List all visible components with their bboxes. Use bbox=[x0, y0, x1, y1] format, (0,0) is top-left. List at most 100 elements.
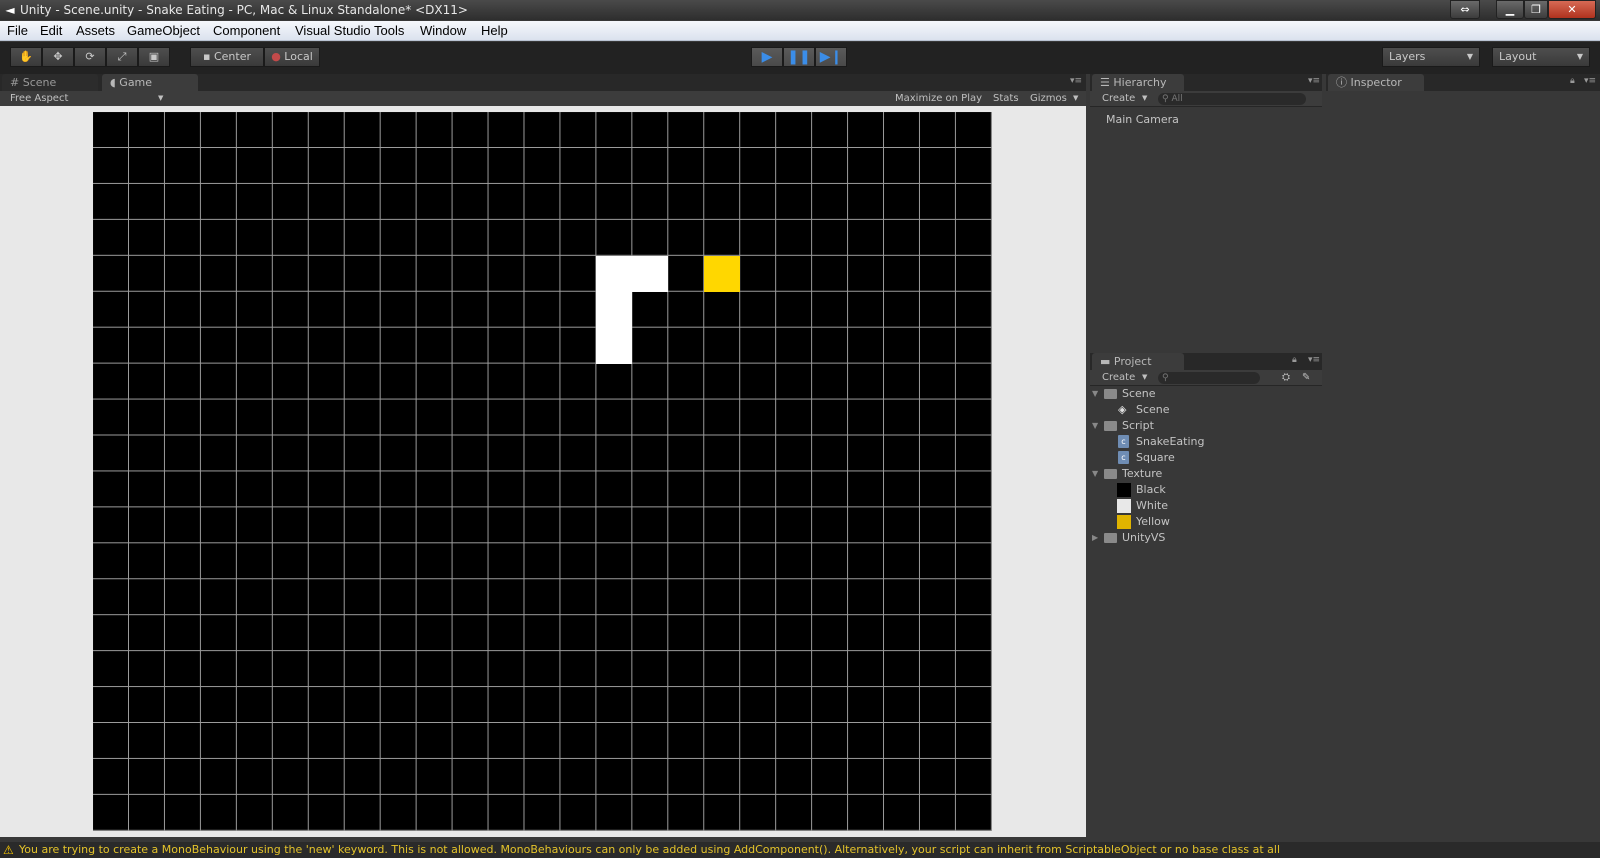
folder-icon: ▬ bbox=[1100, 355, 1111, 368]
texture-swatch-icon bbox=[1117, 515, 1131, 529]
project-item-yellow[interactable]: Yellow bbox=[1090, 514, 1322, 530]
maximize-icon[interactable]: ❐ bbox=[1524, 0, 1548, 19]
panel-menu-icon[interactable]: ▾≡ bbox=[1584, 76, 1596, 86]
project-create-button[interactable]: Create bbox=[1102, 370, 1135, 385]
move-icon[interactable]: ✥ bbox=[42, 47, 74, 67]
project-item-label: Black bbox=[1136, 483, 1166, 496]
space-label: Local bbox=[284, 50, 313, 63]
filter-type-icon[interactable]: ⛭ bbox=[1282, 370, 1290, 385]
project-item-label: Square bbox=[1136, 451, 1175, 464]
close-icon[interactable]: ✕ bbox=[1548, 0, 1596, 19]
unity-logo-icon: ◄ bbox=[5, 3, 15, 17]
menu-gameobject[interactable]: GameObject bbox=[127, 21, 200, 41]
restore-arrows-icon[interactable]: ⇔ bbox=[1450, 0, 1480, 19]
window-title: Unity - Scene.unity - Snake Eating - PC,… bbox=[20, 3, 468, 17]
tab-game[interactable]: ◖ Game bbox=[102, 74, 198, 91]
hierarchy-create-button[interactable]: Create bbox=[1102, 91, 1135, 106]
project-item-script[interactable]: ▼ Script bbox=[1090, 418, 1322, 434]
game-grid bbox=[93, 112, 992, 831]
search-icon: ⚲ bbox=[1162, 373, 1169, 383]
csharp-script-icon: c bbox=[1118, 435, 1129, 448]
aspect-dropdown[interactable]: Free Aspect bbox=[10, 91, 68, 106]
triangle-down-icon[interactable]: ▼ bbox=[1092, 386, 1098, 402]
project-item-scene[interactable]: ▼ Scene bbox=[1090, 386, 1322, 402]
triangle-right-icon[interactable]: ▶ bbox=[1092, 530, 1098, 546]
panel-menu-icon[interactable]: ▾≡ bbox=[1308, 76, 1320, 86]
menu-window[interactable]: Window bbox=[420, 21, 466, 41]
pivot-local-button[interactable]: ● Local bbox=[264, 47, 320, 67]
hierarchy-item-main-camera: Main Camera bbox=[1106, 113, 1179, 126]
snake-segment bbox=[632, 255, 669, 292]
project-item-label: SnakeEating bbox=[1136, 435, 1205, 448]
tab-scene[interactable]: # Scene bbox=[2, 74, 98, 91]
menu-visual-studio-tools[interactable]: Visual Studio Tools bbox=[295, 21, 404, 41]
hand-icon[interactable]: ✋ bbox=[10, 47, 42, 67]
tab-inspector-label: Inspector bbox=[1350, 76, 1402, 89]
hierarchy-search-placeholder: All bbox=[1171, 94, 1183, 104]
rect-icon[interactable]: ▣ bbox=[138, 47, 170, 67]
inspector-panel bbox=[1326, 91, 1600, 837]
game-toolbar: Free Aspect ▼ Maximize on Play Stats Giz… bbox=[0, 91, 1086, 107]
scene-game-tabstrip: # Scene ◖ Game ▾≡ bbox=[0, 74, 1086, 91]
scale-icon[interactable]: ⤢ bbox=[106, 47, 138, 67]
pacman-icon: ◖ bbox=[110, 76, 116, 89]
csharp-script-icon: c bbox=[1118, 451, 1129, 464]
chevron-down-icon: ▼ bbox=[1466, 52, 1473, 61]
menu-assets[interactable]: Assets bbox=[76, 21, 115, 41]
menu-help[interactable]: Help bbox=[481, 21, 508, 41]
panel-menu-icon[interactable]: ▾≡ bbox=[1308, 355, 1320, 365]
play-icon[interactable]: ▶ bbox=[751, 47, 783, 67]
tab-inspector[interactable]: ⓘ Inspector bbox=[1328, 74, 1424, 91]
folder-icon bbox=[1104, 533, 1117, 543]
tab-hierarchy[interactable]: ☰ Hierarchy bbox=[1092, 74, 1184, 91]
filter-label-icon[interactable]: ✎ bbox=[1302, 370, 1310, 385]
hierarchy-panel: Main Camera bbox=[1090, 107, 1322, 349]
warning-icon: ⚠ bbox=[3, 843, 14, 857]
project-item-scene[interactable]: ◈ Scene bbox=[1090, 402, 1322, 418]
pivot-label: Center bbox=[213, 50, 251, 63]
project-item-white[interactable]: White bbox=[1090, 498, 1322, 514]
project-item-label: Texture bbox=[1122, 467, 1163, 480]
menu-component[interactable]: Component bbox=[213, 21, 280, 41]
console-status-bar[interactable]: ⚠ You are trying to create a MonoBehavio… bbox=[0, 842, 1600, 858]
triangle-down-icon[interactable]: ▼ bbox=[1092, 466, 1098, 482]
project-search-input[interactable]: ⚲ bbox=[1158, 372, 1260, 384]
project-item-unityvs[interactable]: ▶ UnityVS bbox=[1090, 530, 1322, 546]
pivot-center-button[interactable]: ▪ Center bbox=[190, 47, 264, 67]
rotate-icon[interactable]: ⟳ bbox=[74, 47, 106, 67]
tab-project[interactable]: ▬ Project bbox=[1092, 353, 1184, 370]
search-icon: ⚲ bbox=[1162, 94, 1169, 104]
grid-icon: # bbox=[10, 76, 20, 89]
console-message: You are trying to create a MonoBehaviour… bbox=[19, 843, 1281, 856]
pivot-icon: ▪ bbox=[203, 50, 211, 63]
hierarchy-search-input[interactable]: ⚲ All bbox=[1158, 93, 1306, 105]
pause-icon[interactable]: ❚❚ bbox=[783, 47, 815, 67]
project-item-texture[interactable]: ▼ Texture bbox=[1090, 466, 1322, 482]
panel-menu-icon[interactable]: ▾≡ bbox=[1070, 76, 1082, 86]
texture-swatch-icon bbox=[1117, 483, 1131, 497]
layout-dropdown[interactable]: Layout ▼ bbox=[1492, 47, 1590, 67]
gizmos-dropdown[interactable]: Gizmos bbox=[1030, 91, 1067, 106]
title-bar: ◄ Unity - Scene.unity - Snake Eating - P… bbox=[0, 0, 1600, 20]
menu-edit[interactable]: Edit bbox=[40, 21, 62, 41]
hierarchy-toolbar: Create ▼ ⚲ All bbox=[1090, 91, 1322, 107]
tab-hierarchy-label: Hierarchy bbox=[1113, 76, 1167, 89]
triangle-down-icon[interactable]: ▼ bbox=[1092, 418, 1098, 434]
layers-dropdown[interactable]: Layers ▼ bbox=[1382, 47, 1480, 67]
hierarchy-tabstrip: ☰ Hierarchy ▾≡ bbox=[1090, 74, 1322, 91]
game-view[interactable] bbox=[0, 106, 1086, 837]
lock-icon[interactable]: 🔒︎ bbox=[1570, 76, 1575, 86]
lock-icon[interactable]: 🔒︎ bbox=[1292, 355, 1297, 365]
snake-segment bbox=[596, 291, 633, 328]
minimize-icon[interactable]: ▁ bbox=[1496, 0, 1524, 19]
project-item-square[interactable]: c Square bbox=[1090, 450, 1322, 466]
project-item-snakeeating[interactable]: c SnakeEating bbox=[1090, 434, 1322, 450]
step-icon[interactable]: ▶❙ bbox=[815, 47, 847, 67]
list-item[interactable]: Main Camera bbox=[1106, 112, 1179, 128]
stats-toggle[interactable]: Stats bbox=[993, 91, 1019, 106]
project-item-black[interactable]: Black bbox=[1090, 482, 1322, 498]
maximize-on-play-toggle[interactable]: Maximize on Play bbox=[895, 91, 982, 106]
menu-file[interactable]: File bbox=[7, 21, 28, 41]
texture-swatch-icon bbox=[1117, 499, 1131, 513]
project-item-label: UnityVS bbox=[1122, 531, 1166, 544]
